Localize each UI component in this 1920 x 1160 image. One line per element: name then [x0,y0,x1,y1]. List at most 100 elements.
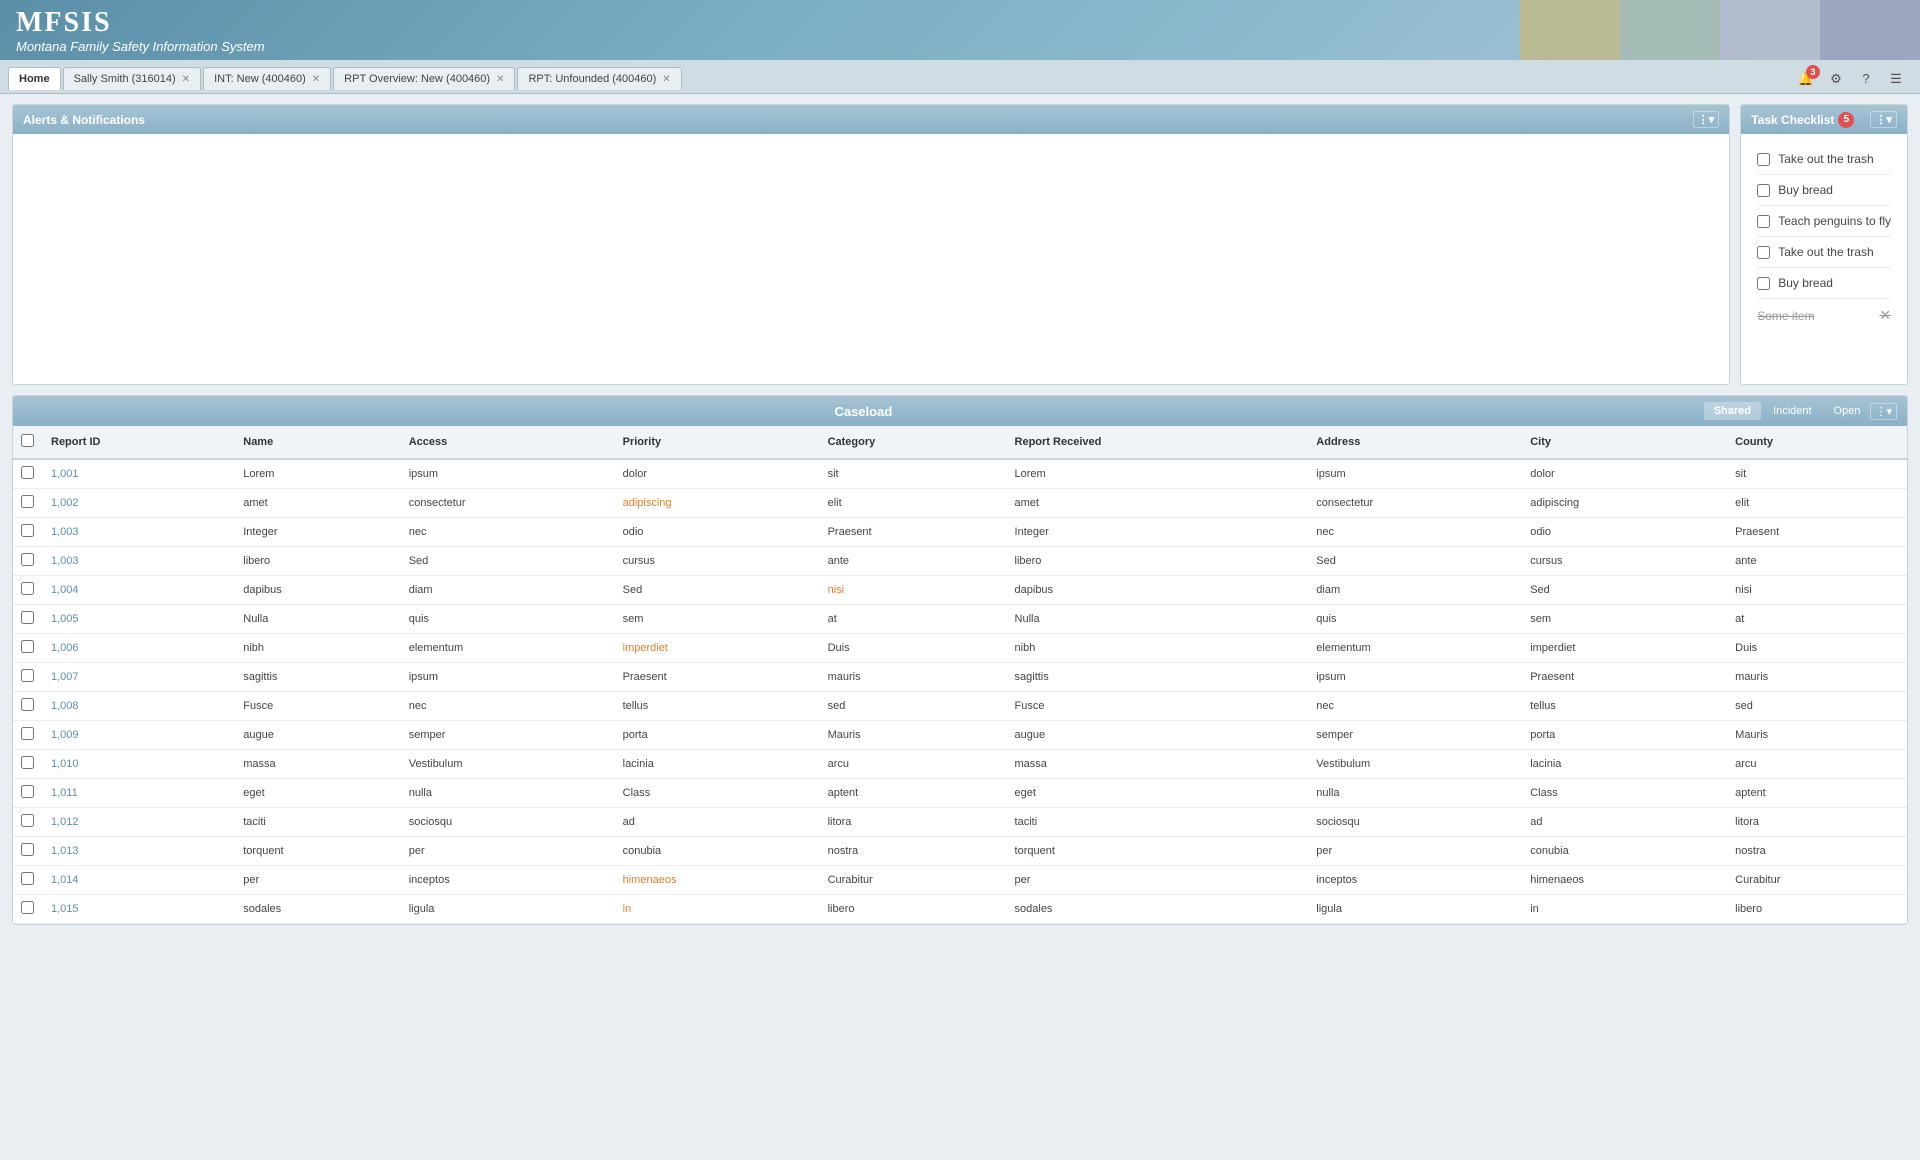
task-badge: 5 [1838,112,1854,128]
tab-sally-label: Sally Smith (316014) [74,73,176,85]
tab-sally[interactable]: Sally Smith (316014) ✕ [63,67,202,90]
header-image-1 [1520,0,1620,60]
table-header-row: Report ID Name Access Priority Category … [13,426,1907,459]
tab-rpt-unfounded-close[interactable]: ✕ [662,74,670,85]
cell-report-id[interactable]: 1,012 [43,808,235,837]
cell-report-id[interactable]: 1,001 [43,459,235,489]
alerts-panel-tools: ⋮▾ [1693,111,1720,128]
task-delete-btn[interactable]: ✕ [1879,307,1891,324]
table-row: 1,015sodalesligulainliberosodalesligulai… [13,895,1907,924]
cell-priority: sem [615,605,820,634]
cell-address: semper [1308,721,1522,750]
cell-report-id[interactable]: 1,010 [43,750,235,779]
caseload-tab-shared[interactable]: Shared [1704,402,1761,420]
cell-address: inceptos [1308,866,1522,895]
cell-address: elementum [1308,634,1522,663]
row-checkbox-4[interactable] [21,582,34,595]
menu-button[interactable]: ☰ [1884,67,1908,91]
row-checkbox-7[interactable] [21,669,34,682]
cell-report-id[interactable]: 1,013 [43,837,235,866]
row-checkbox-13[interactable] [21,843,34,856]
task-label-5: Buy bread [1778,276,1833,290]
task-tool-btn[interactable]: ⋮▾ [1870,111,1897,128]
alerts-panel-header: Alerts & Notifications ⋮▾ [13,105,1729,134]
row-checkbox-11[interactable] [21,785,34,798]
select-all-checkbox[interactable] [21,434,34,447]
cell-report-id[interactable]: 1,005 [43,605,235,634]
alerts-tool-btn[interactable]: ⋮▾ [1693,111,1720,128]
cell-name: amet [235,489,400,518]
cell-report-id[interactable]: 1,007 [43,663,235,692]
cell-county: Praesent [1727,518,1907,547]
cell-city: Praesent [1522,663,1727,692]
help-button[interactable]: ? [1854,67,1878,91]
caseload-tab-incident[interactable]: Incident [1763,402,1822,420]
row-checkbox-0[interactable] [21,466,34,479]
notifications-button[interactable]: 🔔 3 [1794,67,1818,91]
task-checkbox-2[interactable] [1757,184,1770,197]
row-checkbox-1[interactable] [21,495,34,508]
tab-int[interactable]: INT: New (400460) ✕ [203,67,331,90]
table-row: 1,011egetnullaClassaptentegetnullaClassa… [13,779,1907,808]
logo-subtitle: Montana Family Safety Information System [16,39,265,54]
cell-report-id[interactable]: 1,003 [43,518,235,547]
cell-priority[interactable]: adipiscing [615,489,820,518]
row-checkbox-6[interactable] [21,640,34,653]
cell-report-id[interactable]: 1,004 [43,576,235,605]
row-checkbox-15[interactable] [21,901,34,914]
cell-address: consectetur [1308,489,1522,518]
row-checkbox-2[interactable] [21,524,34,537]
cell-access: ipsum [401,459,615,489]
cell-name: massa [235,750,400,779]
tab-rpt-overview-close[interactable]: ✕ [496,74,504,85]
tab-rpt-overview[interactable]: RPT Overview: New (400460) ✕ [333,67,515,90]
cell-report-id[interactable]: 1,006 [43,634,235,663]
cell-address: nec [1308,518,1522,547]
tab-sally-close[interactable]: ✕ [182,74,190,85]
row-checkbox-3[interactable] [21,553,34,566]
cell-report-id[interactable]: 1,002 [43,489,235,518]
header-image-3 [1720,0,1820,60]
row-checkbox-14[interactable] [21,872,34,885]
table-row: 1,006nibhelementumimperdietDuisnibheleme… [13,634,1907,663]
cell-report-id[interactable]: 1,008 [43,692,235,721]
cell-report-id[interactable]: 1,015 [43,895,235,924]
table-row: 1,002ametconsecteturadipiscingelitametco… [13,489,1907,518]
table-row: 1,008FuscenectellussedFuscenectellussed [13,692,1907,721]
cell-address: Vestibulum [1308,750,1522,779]
cell-access: diam [401,576,615,605]
cell-priority[interactable]: in [615,895,820,924]
cell-report-id[interactable]: 1,014 [43,866,235,895]
row-checkbox-8[interactable] [21,698,34,711]
cell-report-id[interactable]: 1,003 [43,547,235,576]
task-checkbox-5[interactable] [1757,277,1770,290]
settings-button[interactable]: ⚙ [1824,67,1848,91]
cell-city: dolor [1522,459,1727,489]
tab-rpt-unfounded-label: RPT: Unfounded (400460) [528,73,656,85]
cell-address: ligula [1308,895,1522,924]
row-checkbox-5[interactable] [21,611,34,624]
cell-category[interactable]: nisi [820,576,1007,605]
row-checkbox-12[interactable] [21,814,34,827]
caseload-tab-open[interactable]: Open [1824,402,1871,420]
tab-home[interactable]: Home [8,67,61,90]
app-logo: MFSIS Montana Family Safety Information … [16,7,265,54]
row-checkbox-9[interactable] [21,727,34,740]
row-checkbox-10[interactable] [21,756,34,769]
cell-city: Class [1522,779,1727,808]
task-checkbox-4[interactable] [1757,246,1770,259]
tab-rpt-unfounded[interactable]: RPT: Unfounded (400460) ✕ [517,67,681,90]
cell-access: Vestibulum [401,750,615,779]
cell-priority[interactable]: imperdiet [615,634,820,663]
tab-int-close[interactable]: ✕ [312,74,320,85]
cell-address: ipsum [1308,663,1522,692]
caseload-tool-btn[interactable]: ⋮▾ [1870,403,1897,420]
cell-priority[interactable]: himenaeos [615,866,820,895]
task-checkbox-1[interactable] [1757,153,1770,166]
col-report-id: Report ID [43,426,235,459]
cell-name: Lorem [235,459,400,489]
cell-access: nulla [401,779,615,808]
cell-report-id[interactable]: 1,009 [43,721,235,750]
cell-report-id[interactable]: 1,011 [43,779,235,808]
task-checkbox-3[interactable] [1757,215,1770,228]
